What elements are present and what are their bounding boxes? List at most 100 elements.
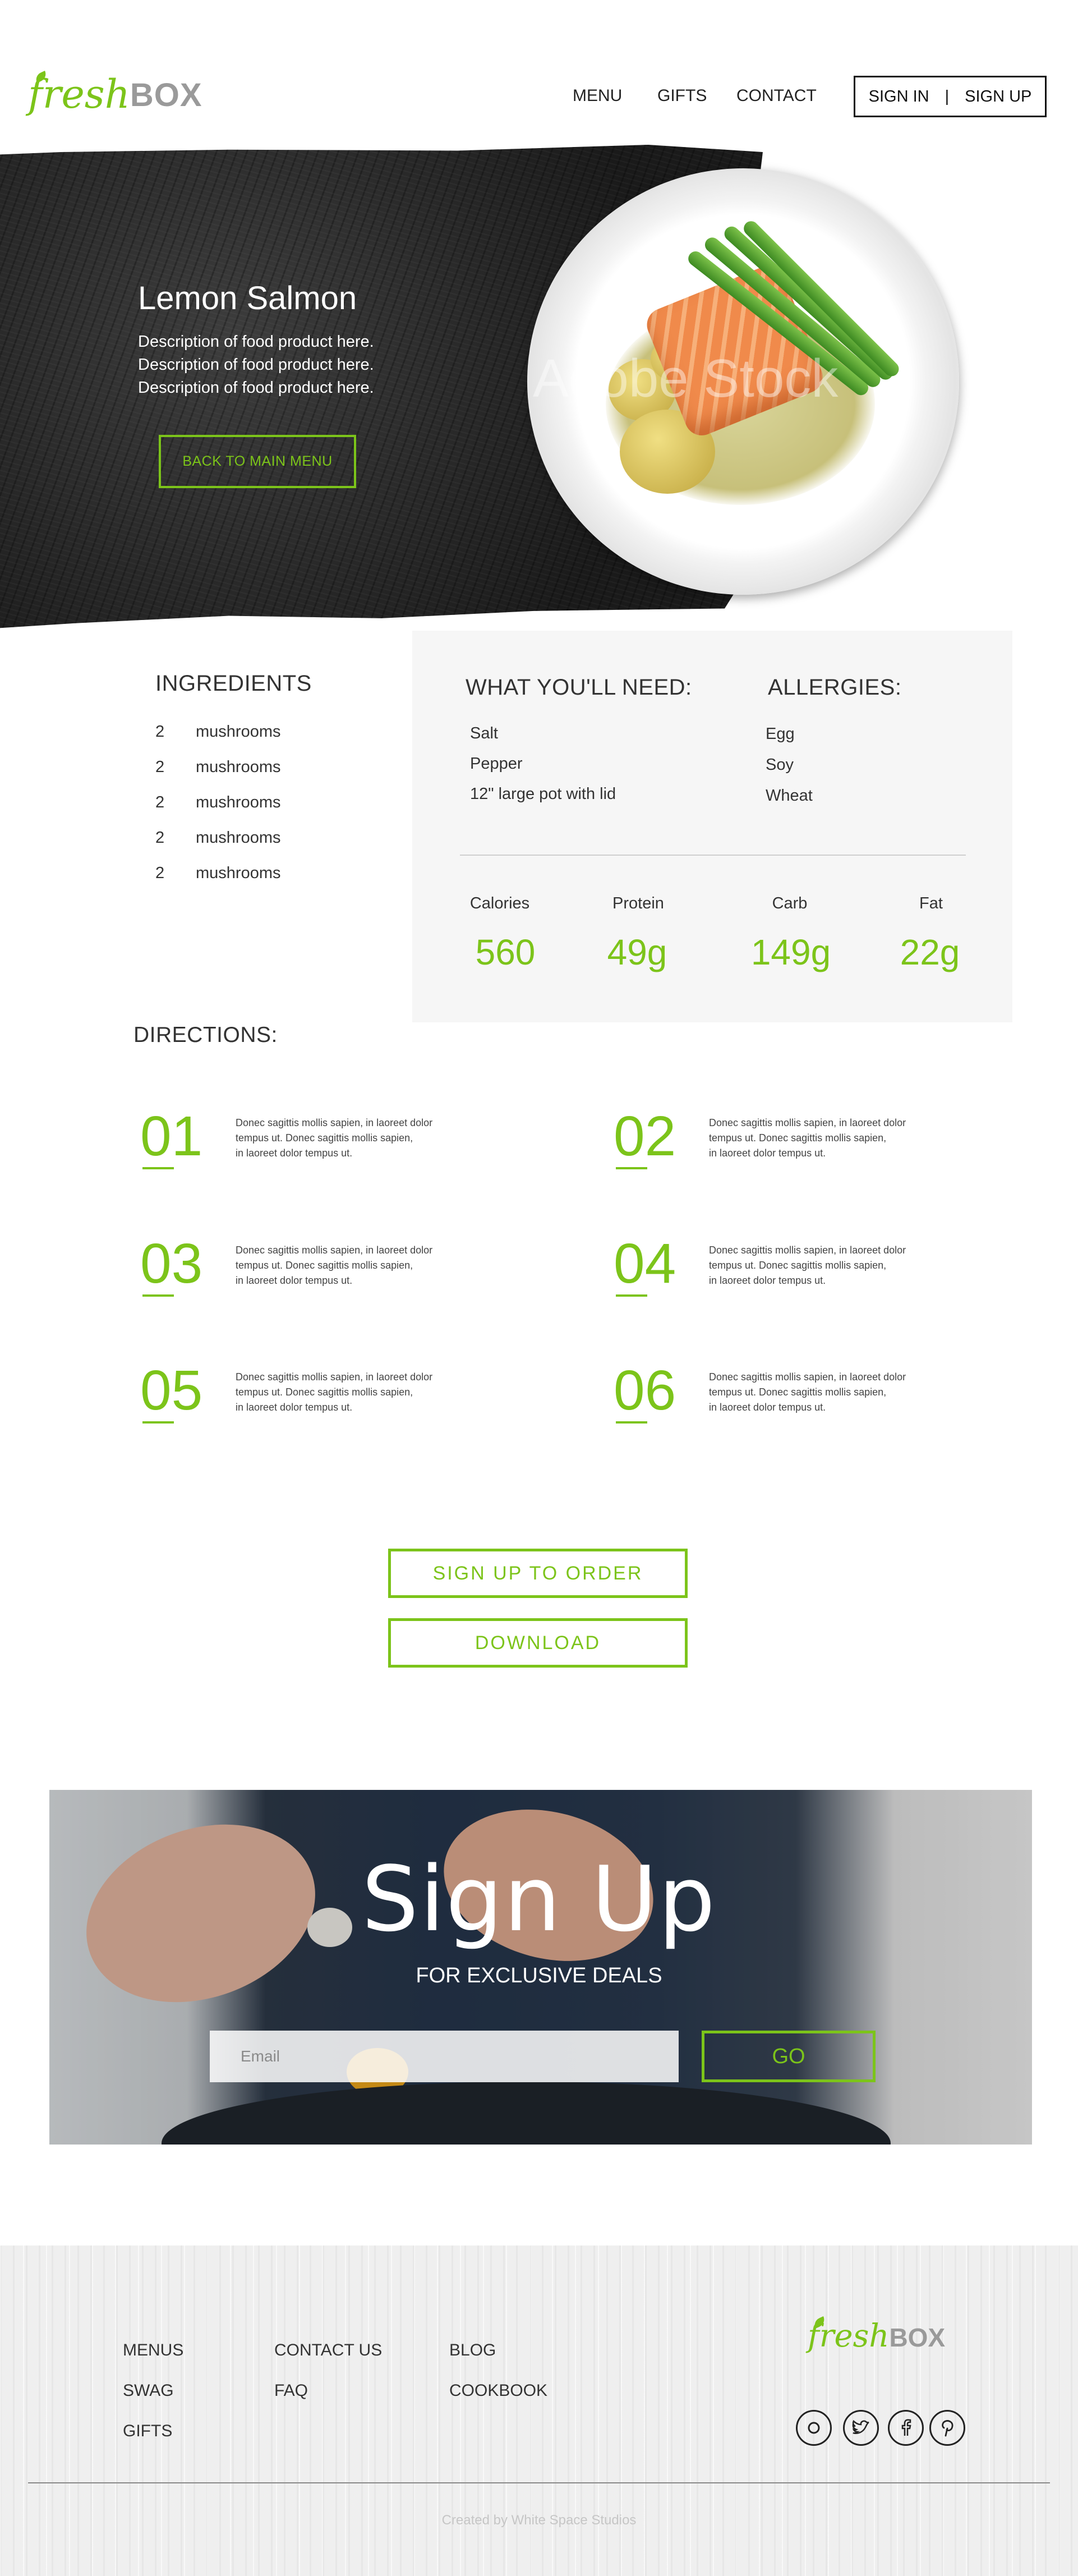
step-text-line: Donec sagittis mollis sapien, in laoreet… [709,1245,906,1256]
needs-item: 12" large pot with lid [470,785,616,803]
step-underline [616,1167,647,1169]
ingredient-qty: 2 [155,793,165,811]
step-text-line: Donec sagittis mollis sapien, in laoreet… [236,1245,433,1256]
step-number: 02 [614,1105,676,1168]
step-text-line: Donec sagittis mollis sapien, in laoreet… [709,1117,906,1128]
step-text-line: in laoreet dolor tempus ut. [709,1275,826,1286]
brand-logo[interactable]: fresh BOX [28,71,202,117]
step-text-line: tempus ut. Donec sagittis mollis sapien, [236,1260,413,1271]
signup-title: Sign Up [361,1847,717,1951]
nutrition-value-fat: 22g [900,932,960,972]
footer-divider [28,2482,1050,2483]
email-input[interactable] [210,2031,679,2082]
step-number: 05 [140,1359,203,1422]
footer-link-contact-us[interactable]: CONTACT US [274,2341,382,2360]
allergy-item: Wheat [766,787,813,805]
auth-box: SIGN IN | SIGN UP [854,76,1047,117]
product-description-line: Description of food product here. [138,356,374,374]
nutrition-value-carb: 149g [750,932,831,972]
ingredient-item: 2 mushrooms [155,758,281,777]
step-text: Donec sagittis mollis sapien, in laoreet… [236,1243,466,1288]
allergies-heading: ALLERGIES: [768,675,902,700]
allergy-item: Soy [766,756,794,774]
step-text-line: tempus ut. Donec sagittis mollis sapien, [236,1132,413,1144]
facebook-icon[interactable] [888,2410,924,2446]
step-number: 01 [140,1105,203,1168]
step-number: 04 [614,1232,676,1295]
step-text-line: in laoreet dolor tempus ut. [236,1147,353,1159]
ingredient-qty: 2 [155,829,165,847]
ingredient-item: 2 mushrooms [155,864,281,883]
footer-credit: Created by White Space Studios [441,2513,637,2528]
step-text-line: in laoreet dolor tempus ut. [236,1275,353,1286]
step-text-line: Donec sagittis mollis sapien, in laoreet… [236,1371,433,1383]
ingredient-name: mushrooms [196,723,281,741]
footer-link-cookbook[interactable]: COOKBOOK [449,2381,547,2400]
ingredient-name: mushrooms [196,829,281,847]
step-text-line: Donec sagittis mollis sapien, in laoreet… [709,1371,906,1383]
step-text-line: tempus ut. Donec sagittis mollis sapien, [709,1132,887,1144]
step-underline [616,1294,647,1297]
product-description-line: Description of food product here. [138,379,374,397]
download-button[interactable]: DOWNLOAD [388,1618,688,1668]
step-text-line: in laoreet dolor tempus ut. [709,1402,826,1413]
logo-box-text: BOX [889,2323,946,2352]
step-text: Donec sagittis mollis sapien, in laoreet… [709,1243,939,1288]
go-button[interactable]: GO [702,2031,876,2082]
step-underline [142,1421,174,1424]
needs-heading: WHAT YOU'LL NEED: [466,675,692,700]
ingredient-item: 2 mushrooms [155,723,281,741]
directions-heading: DIRECTIONS: [133,1023,278,1047]
nav-gifts[interactable]: GIFTS [657,86,707,105]
ingredients-heading: INGREDIENTS [155,671,312,696]
nutrition-value-protein: 49g [607,932,667,972]
twitter-icon[interactable] [843,2410,879,2446]
nutrition-label-carb: Carb [772,894,808,912]
footer-link-faq[interactable]: FAQ [274,2381,308,2400]
step-text-line: tempus ut. Donec sagittis mollis sapien, [709,1260,887,1271]
footer-link-gifts[interactable]: GIFTS [123,2422,172,2441]
nav-menu[interactable]: MENU [573,86,622,105]
step-text: Donec sagittis mollis sapien, in laoreet… [236,1370,466,1415]
step-text-line: tempus ut. Donec sagittis mollis sapien, [709,1386,887,1398]
step-text: Donec sagittis mollis sapien, in laoreet… [709,1115,939,1161]
step-text: Donec sagittis mollis sapien, in laoreet… [236,1115,466,1161]
ingredient-name: mushrooms [196,793,281,811]
sign-up-link[interactable]: SIGN UP [957,88,1039,106]
step-number: 06 [614,1359,676,1422]
ingredient-qty: 2 [155,758,165,776]
needs-item: Salt [470,724,498,742]
logo-box-text: BOX [130,77,202,113]
sign-in-link[interactable]: SIGN IN [861,88,937,106]
nutrition-value-calories: 560 [475,932,536,972]
footer-link-menus[interactable]: MENUS [123,2341,183,2360]
needs-item: Pepper [470,755,523,773]
ingredient-name: mushrooms [196,864,281,882]
footer-logo[interactable]: fresh BOX [808,2316,946,2354]
step-underline [616,1421,647,1424]
footer-link-blog[interactable]: BLOG [449,2341,496,2360]
step-text: Donec sagittis mollis sapien, in laoreet… [709,1370,939,1415]
product-description-line: Description of food product here. [138,333,374,351]
step-number: 03 [140,1232,203,1295]
nav-contact[interactable]: CONTACT [736,86,817,105]
step-text-line: Donec sagittis mollis sapien, in laoreet… [236,1117,433,1128]
nutrition-label-calories: Calories [469,894,530,912]
nutrition-label-protein: Protein [612,894,664,912]
ingredient-item: 2 mushrooms [155,793,281,812]
pinterest-icon[interactable] [929,2410,965,2446]
ingredient-item: 2 mushrooms [155,829,281,847]
step-underline [142,1167,174,1169]
ingredient-qty: 2 [155,723,165,741]
back-to-menu-button[interactable]: BACK TO MAIN MENU [159,435,356,488]
step-text-line: tempus ut. Donec sagittis mollis sapien, [236,1386,413,1398]
auth-separator: | [945,87,950,105]
ingredient-name: mushrooms [196,758,281,776]
footer-link-swag[interactable]: SWAG [123,2381,174,2400]
signup-subtitle: FOR EXCLUSIVE DEALS [416,1964,662,1987]
instagram-icon[interactable] [796,2410,832,2446]
allergy-item: Egg [766,725,795,743]
step-underline [142,1294,174,1297]
step-text-line: in laoreet dolor tempus ut. [236,1402,353,1413]
sign-up-to-order-button[interactable]: SIGN UP TO ORDER [388,1549,688,1598]
